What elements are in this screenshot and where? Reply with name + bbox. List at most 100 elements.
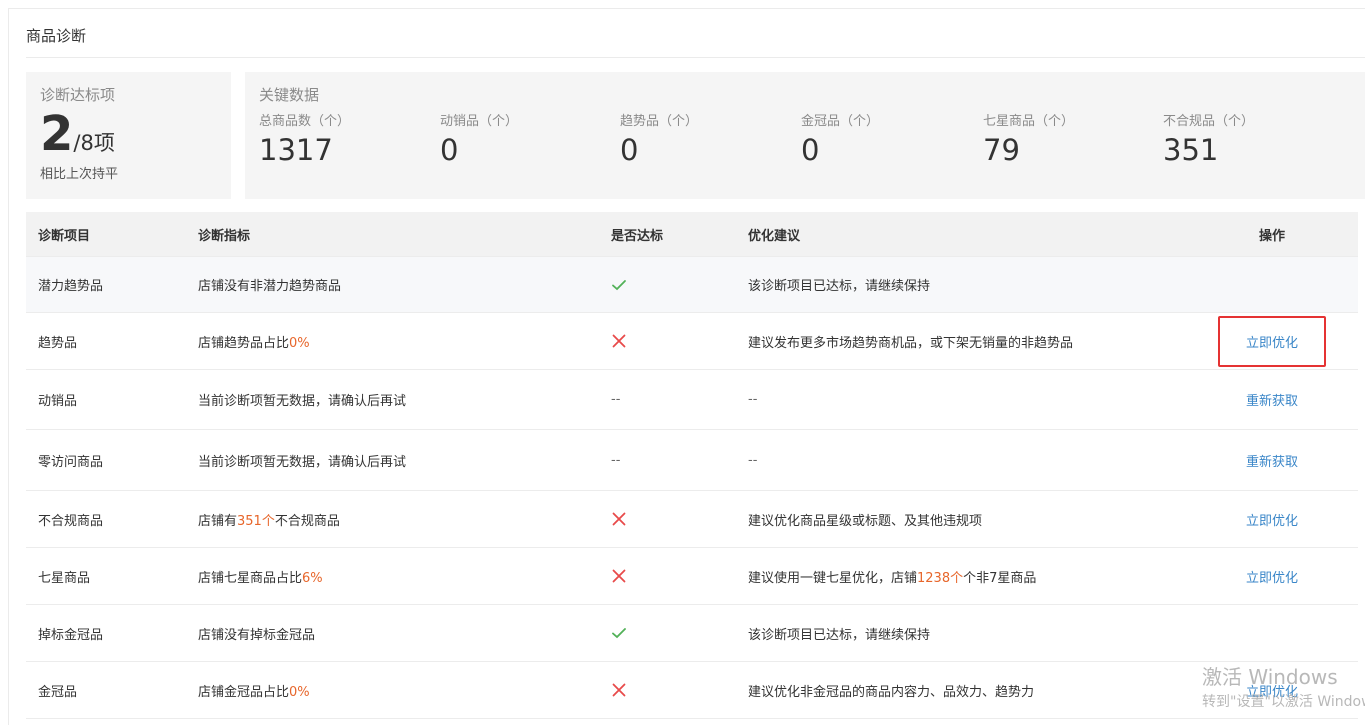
cell-diagnosis-item: 趋势品 xyxy=(26,312,186,370)
metric-label: 金冠品（个） xyxy=(801,114,880,129)
metric-label: 七星商品（个） xyxy=(983,114,1075,129)
cell-diagnosis-item: 七星商品 xyxy=(26,547,186,605)
optimize-now-link[interactable]: 立即优化 xyxy=(1246,510,1298,529)
cell-diagnosis-metric: 店铺七星商品占比6% xyxy=(186,547,599,605)
table-row: 金冠品 店铺金冠品占比0% 建议优化非金冠品的商品内容力、品效力、趋势力 立即优化 xyxy=(26,661,1358,719)
metric-trend-products: 趋势品（个） 0 xyxy=(620,110,790,167)
cross-icon xyxy=(612,569,626,583)
table-header-row: 诊断项目 诊断指标 是否达标 优化建议 操作 xyxy=(26,212,1358,257)
cell-optimization-advice: 建议使用一键七星优化，店铺1238个个非7星商品 xyxy=(736,547,1186,605)
metric-seven-star-products: 七星商品（个） 79 xyxy=(983,110,1153,167)
metric-label: 趋势品（个） xyxy=(620,114,699,129)
metric-label: 不合规品（个） xyxy=(1163,114,1255,129)
metric-text: 当前诊断项暂无数据，请确认后再试 xyxy=(198,394,407,409)
cell-pass-status xyxy=(599,312,736,370)
cross-icon xyxy=(612,512,626,526)
header-pass-status: 是否达标 xyxy=(599,212,736,257)
cell-pass-status: -- xyxy=(599,429,736,491)
optimize-now-link[interactable]: 立即优化 xyxy=(1246,681,1298,700)
metric-highlight: 0% xyxy=(289,684,310,700)
cross-icon xyxy=(612,334,626,348)
metric-value: 0 xyxy=(620,133,639,167)
metric-value: 1317 xyxy=(259,133,333,167)
key-data-label: 关键数据 xyxy=(259,86,320,104)
cell-pass-status: -- xyxy=(599,369,736,430)
check-icon xyxy=(612,279,626,290)
optimize-now-link[interactable]: 立即优化 xyxy=(1246,567,1298,586)
cell-diagnosis-item: 零访问商品 xyxy=(26,429,186,491)
metric-value: 79 xyxy=(983,133,1020,167)
score-comparison: 相比上次持平 xyxy=(40,167,119,182)
metric-highlight: 0% xyxy=(289,335,310,351)
header-action: 操作 xyxy=(1186,212,1358,257)
metric-text-suffix: 不合规商品 xyxy=(274,513,340,529)
advice-text: 建议使用一键七星优化，店铺 xyxy=(748,570,918,586)
metric-value: 0 xyxy=(801,133,820,167)
score-achieved: 2 xyxy=(40,106,74,162)
cell-optimization-advice: 建议优化商品星级或标题、及其他违规项 xyxy=(736,490,1186,548)
cell-diagnosis-item: 动销品 xyxy=(26,369,186,430)
diagnosis-item-name: 零访问商品 xyxy=(38,454,104,470)
table-row: 七星商品 店铺七星商品占比6% 建议使用一键七星优化，店铺1238个个非7星商品 立即… xyxy=(26,547,1358,605)
cell-diagnosis-metric: 店铺趋势品占比0% xyxy=(186,312,599,370)
metric-text: 店铺七星商品占比 xyxy=(198,570,303,586)
diagnosis-table: 诊断项目 诊断指标 是否达标 优化建议 操作 潜力趋势品 店铺没有非潜力趋势商品该… xyxy=(26,212,1358,719)
cell-diagnosis-item: 不合规商品 xyxy=(26,490,186,548)
advice-text: 建议发布更多市场趋势商机品，或下架无销量的非趋势品 xyxy=(748,335,1074,351)
metric-noncompliant-products: 不合规品（个） 351 xyxy=(1163,110,1333,167)
metric-label: 动销品（个） xyxy=(440,114,519,129)
check-icon xyxy=(612,628,626,639)
header-optimization-advice: 优化建议 xyxy=(736,212,1186,257)
cell-diagnosis-item: 潜力趋势品 xyxy=(26,256,186,313)
refetch-link[interactable]: 重新获取 xyxy=(1246,390,1298,409)
cell-optimization-advice: -- xyxy=(736,369,1186,430)
cell-action xyxy=(1186,604,1358,662)
cell-pass-status xyxy=(599,604,736,662)
optimize-now-link[interactable]: 立即优化 xyxy=(1217,315,1326,367)
metric-highlight: 351个 xyxy=(237,513,275,529)
cell-action: 重新获取 xyxy=(1186,429,1358,491)
table-row: 不合规商品 店铺有351个不合规商品 建议优化商品星级或标题、及其他违规项 立即优化 xyxy=(26,490,1358,548)
advice-text: -- xyxy=(748,392,758,407)
status-placeholder: -- xyxy=(611,452,621,468)
cell-pass-status xyxy=(599,547,736,605)
advice-text: -- xyxy=(748,452,758,468)
diagnosis-item-name: 潜力趋势品 xyxy=(38,279,104,294)
header-diagnosis-item: 诊断项目 xyxy=(26,212,186,257)
metric-text: 当前诊断项暂无数据，请确认后再试 xyxy=(198,454,407,470)
table-row: 零访问商品 当前诊断项暂无数据，请确认后再试 -- -- 重新获取 xyxy=(26,429,1358,491)
metric-text: 店铺金冠品占比 xyxy=(198,684,290,700)
key-data-card: 关键数据 总商品数（个） 1317 动销品（个） 0 趋势品（个） 0 金冠品（… xyxy=(245,72,1365,199)
diagnosis-item-name: 趋势品 xyxy=(38,335,78,351)
table-row: 动销品 当前诊断项暂无数据，请确认后再试 -- -- 重新获取 xyxy=(26,369,1358,430)
metric-moving-products: 动销品（个） 0 xyxy=(440,110,610,167)
metric-gold-crown-products: 金冠品（个） 0 xyxy=(801,110,971,167)
advice-text-suffix: 个非7星商品 xyxy=(963,570,1037,586)
metric-value: 0 xyxy=(440,133,459,167)
metric-text: 店铺没有掉标金冠品 xyxy=(198,627,316,643)
refetch-link[interactable]: 重新获取 xyxy=(1246,451,1298,470)
product-diagnosis-panel: 商品诊断 诊断达标项 2/8项 相比上次持平 关键数据 总商品数（个） 1317… xyxy=(8,8,1365,725)
advice-text: 该诊断项目已达标，请继续保持 xyxy=(748,279,931,294)
cell-action: 立即优化 xyxy=(1186,490,1358,548)
diagnosis-item-name: 掉标金冠品 xyxy=(38,627,104,643)
cell-diagnosis-metric: 店铺有351个不合规商品 xyxy=(186,490,599,548)
diagnosis-item-name: 动销品 xyxy=(38,394,78,409)
cell-diagnosis-item: 金冠品 xyxy=(26,661,186,719)
score-card: 诊断达标项 2/8项 相比上次持平 xyxy=(26,72,231,199)
metric-total-products: 总商品数（个） 1317 xyxy=(259,110,429,167)
advice-text: 该诊断项目已达标，请继续保持 xyxy=(748,627,931,643)
table-row: 潜力趋势品 店铺没有非潜力趋势商品 该诊断项目已达标，请继续保持 xyxy=(26,256,1358,313)
cell-diagnosis-metric: 当前诊断项暂无数据，请确认后再试 xyxy=(186,369,599,430)
cell-optimization-advice: 该诊断项目已达标，请继续保持 xyxy=(736,256,1186,313)
cell-optimization-advice: -- xyxy=(736,429,1186,491)
title-divider xyxy=(26,57,1365,58)
panel-title: 商品诊断 xyxy=(26,27,87,45)
metric-label: 总商品数（个） xyxy=(259,114,351,129)
cell-action xyxy=(1186,256,1358,313)
cell-action: 重新获取 xyxy=(1186,369,1358,430)
cross-icon xyxy=(612,683,626,697)
status-placeholder: -- xyxy=(611,392,621,407)
score-line: 2/8项 xyxy=(40,106,115,171)
metric-text: 店铺趋势品占比 xyxy=(198,335,290,351)
